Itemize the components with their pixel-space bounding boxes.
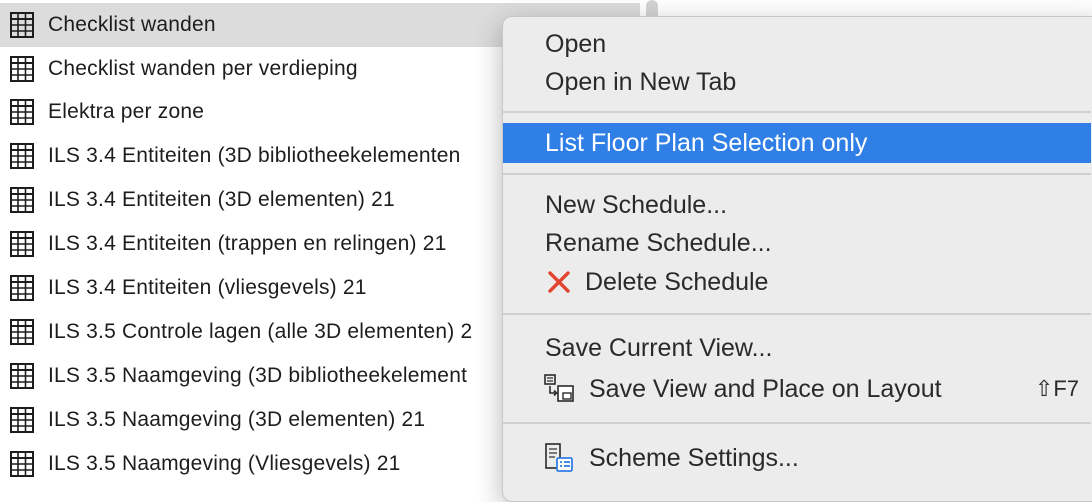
menu-item-label: Scheme Settings... [589, 443, 799, 472]
schedule-grid-icon [10, 319, 34, 345]
schedule-grid-icon [10, 12, 34, 38]
schedule-name: Checklist wanden per verdieping [48, 57, 358, 80]
schedule-name: ILS 3.4 Entiteiten (3D elementen) 21 [48, 188, 395, 211]
menu-item-delete-schedule[interactable]: Delete Schedule [503, 264, 1091, 300]
schedule-name: ILS 3.5 Controle lagen (alle 3D elemente… [48, 320, 473, 343]
menu-item-label: Save View and Place on Layout [589, 374, 942, 403]
context-menu: Open Open in New Tab List Floor Plan Sel… [502, 16, 1092, 502]
schedule-grid-icon [10, 56, 34, 82]
menu-item-save-current-view[interactable]: Save Current View... [503, 330, 1091, 366]
red-x-icon [545, 266, 573, 298]
menu-item-list-floor-plan-selection[interactable]: List Floor Plan Selection only [503, 123, 1091, 163]
menu-item-label: New Schedule... [545, 190, 728, 219]
save-view-layout-icon [543, 373, 575, 405]
menu-item-scheme-settings[interactable]: Scheme Settings... [503, 440, 1091, 476]
schedule-grid-icon [10, 407, 34, 433]
menu-separator [503, 111, 1091, 113]
schedule-grid-icon [10, 363, 34, 389]
menu-separator [503, 313, 1091, 315]
schedule-name: ILS 3.5 Naamgeving (Vliesgevels) 21 [48, 452, 401, 475]
schedule-grid-icon [10, 275, 34, 301]
menu-item-save-view-place-layout[interactable]: Save View and Place on Layout ⇧F7 [503, 371, 1091, 407]
scheme-settings-icon [543, 442, 575, 474]
menu-item-new-schedule[interactable]: New Schedule... [503, 187, 1091, 223]
schedule-name: ILS 3.4 Entiteiten (3D bibliotheekelemen… [48, 144, 461, 167]
menu-item-label: Save Current View... [545, 333, 773, 362]
schedule-name: ILS 3.5 Naamgeving (3D elementen) 21 [48, 408, 426, 431]
menu-item-label: Open [545, 29, 607, 58]
schedule-name: Checklist wanden [48, 13, 216, 36]
menu-item-rename-schedule[interactable]: Rename Schedule... [503, 225, 1091, 261]
schedule-name: ILS 3.5 Naamgeving (3D bibliotheekelemen… [48, 364, 468, 387]
menu-separator [503, 422, 1091, 424]
menu-item-shortcut: ⇧F7 [1034, 376, 1079, 401]
schedule-grid-icon [10, 143, 34, 169]
menu-separator [503, 173, 1091, 175]
schedule-name: Elektra per zone [48, 100, 205, 123]
schedule-name: ILS 3.4 Entiteiten (vliesgevels) 21 [48, 276, 367, 299]
schedule-name: ILS 3.4 Entiteiten (trappen en relingen)… [48, 232, 447, 255]
menu-item-open[interactable]: Open [503, 26, 1091, 62]
schedule-grid-icon [10, 99, 34, 125]
menu-item-label: Rename Schedule... [545, 228, 772, 257]
schedule-grid-icon [10, 187, 34, 213]
menu-item-label: Open in New Tab [545, 67, 737, 96]
menu-item-label: List Floor Plan Selection only [545, 128, 868, 157]
schedule-grid-icon [10, 451, 34, 477]
menu-item-label: Delete Schedule [585, 267, 769, 296]
schedule-grid-icon [10, 231, 34, 257]
menu-item-open-new-tab[interactable]: Open in New Tab [503, 64, 1091, 100]
